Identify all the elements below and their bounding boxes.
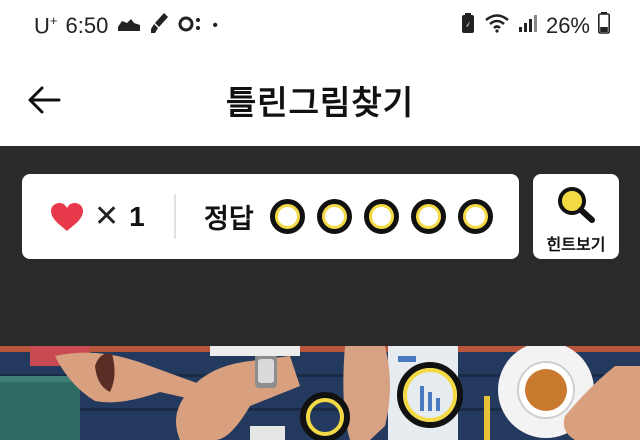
battery-saver-icon <box>460 12 476 40</box>
answer-slot-empty <box>270 199 305 234</box>
magnifier-icon <box>558 187 595 223</box>
heart-icon <box>51 202 83 231</box>
lives-count: 1 <box>129 200 145 232</box>
answer-slot-empty <box>317 199 352 234</box>
game-area: ✕ 1 정답 힌트보기 <box>0 146 640 346</box>
hint-label: 힌트보기 <box>546 237 606 254</box>
page-title: 틀린그림찾기 <box>225 84 415 121</box>
status-left: U+ 6:50 • <box>34 12 218 40</box>
found-marker <box>397 362 463 428</box>
found-marker <box>300 392 350 440</box>
score-panel: ✕ 1 정답 <box>22 174 519 259</box>
signal-icon <box>518 13 538 39</box>
lives-indicator: ✕ 1 <box>50 174 145 259</box>
battery-percent: 26% <box>545 13 590 38</box>
notification-dot: • <box>212 17 218 34</box>
puzzle-image[interactable] <box>0 346 640 440</box>
status-bar: U+ 6:50 • 26% <box>0 0 640 54</box>
answer-slots <box>270 174 493 259</box>
clock: 6:50 <box>65 13 109 38</box>
answer-slot-empty <box>364 199 399 234</box>
hint-button[interactable]: 힌트보기 <box>533 174 619 259</box>
app-notification-icon <box>178 13 204 39</box>
sneaker-icon <box>116 13 142 39</box>
times-symbol: ✕ <box>94 200 120 233</box>
answer-label: 정답 <box>204 204 254 234</box>
answer-slot-empty <box>458 199 493 234</box>
battery-icon <box>598 12 610 40</box>
status-right: 26% <box>460 12 610 40</box>
app-bar: 틀린그림찾기 <box>0 54 640 146</box>
answer-slot-empty <box>411 199 446 234</box>
brush-icon <box>150 11 170 41</box>
wifi-icon <box>484 13 510 39</box>
divider <box>174 194 176 239</box>
carrier-label: U+ <box>34 12 58 39</box>
